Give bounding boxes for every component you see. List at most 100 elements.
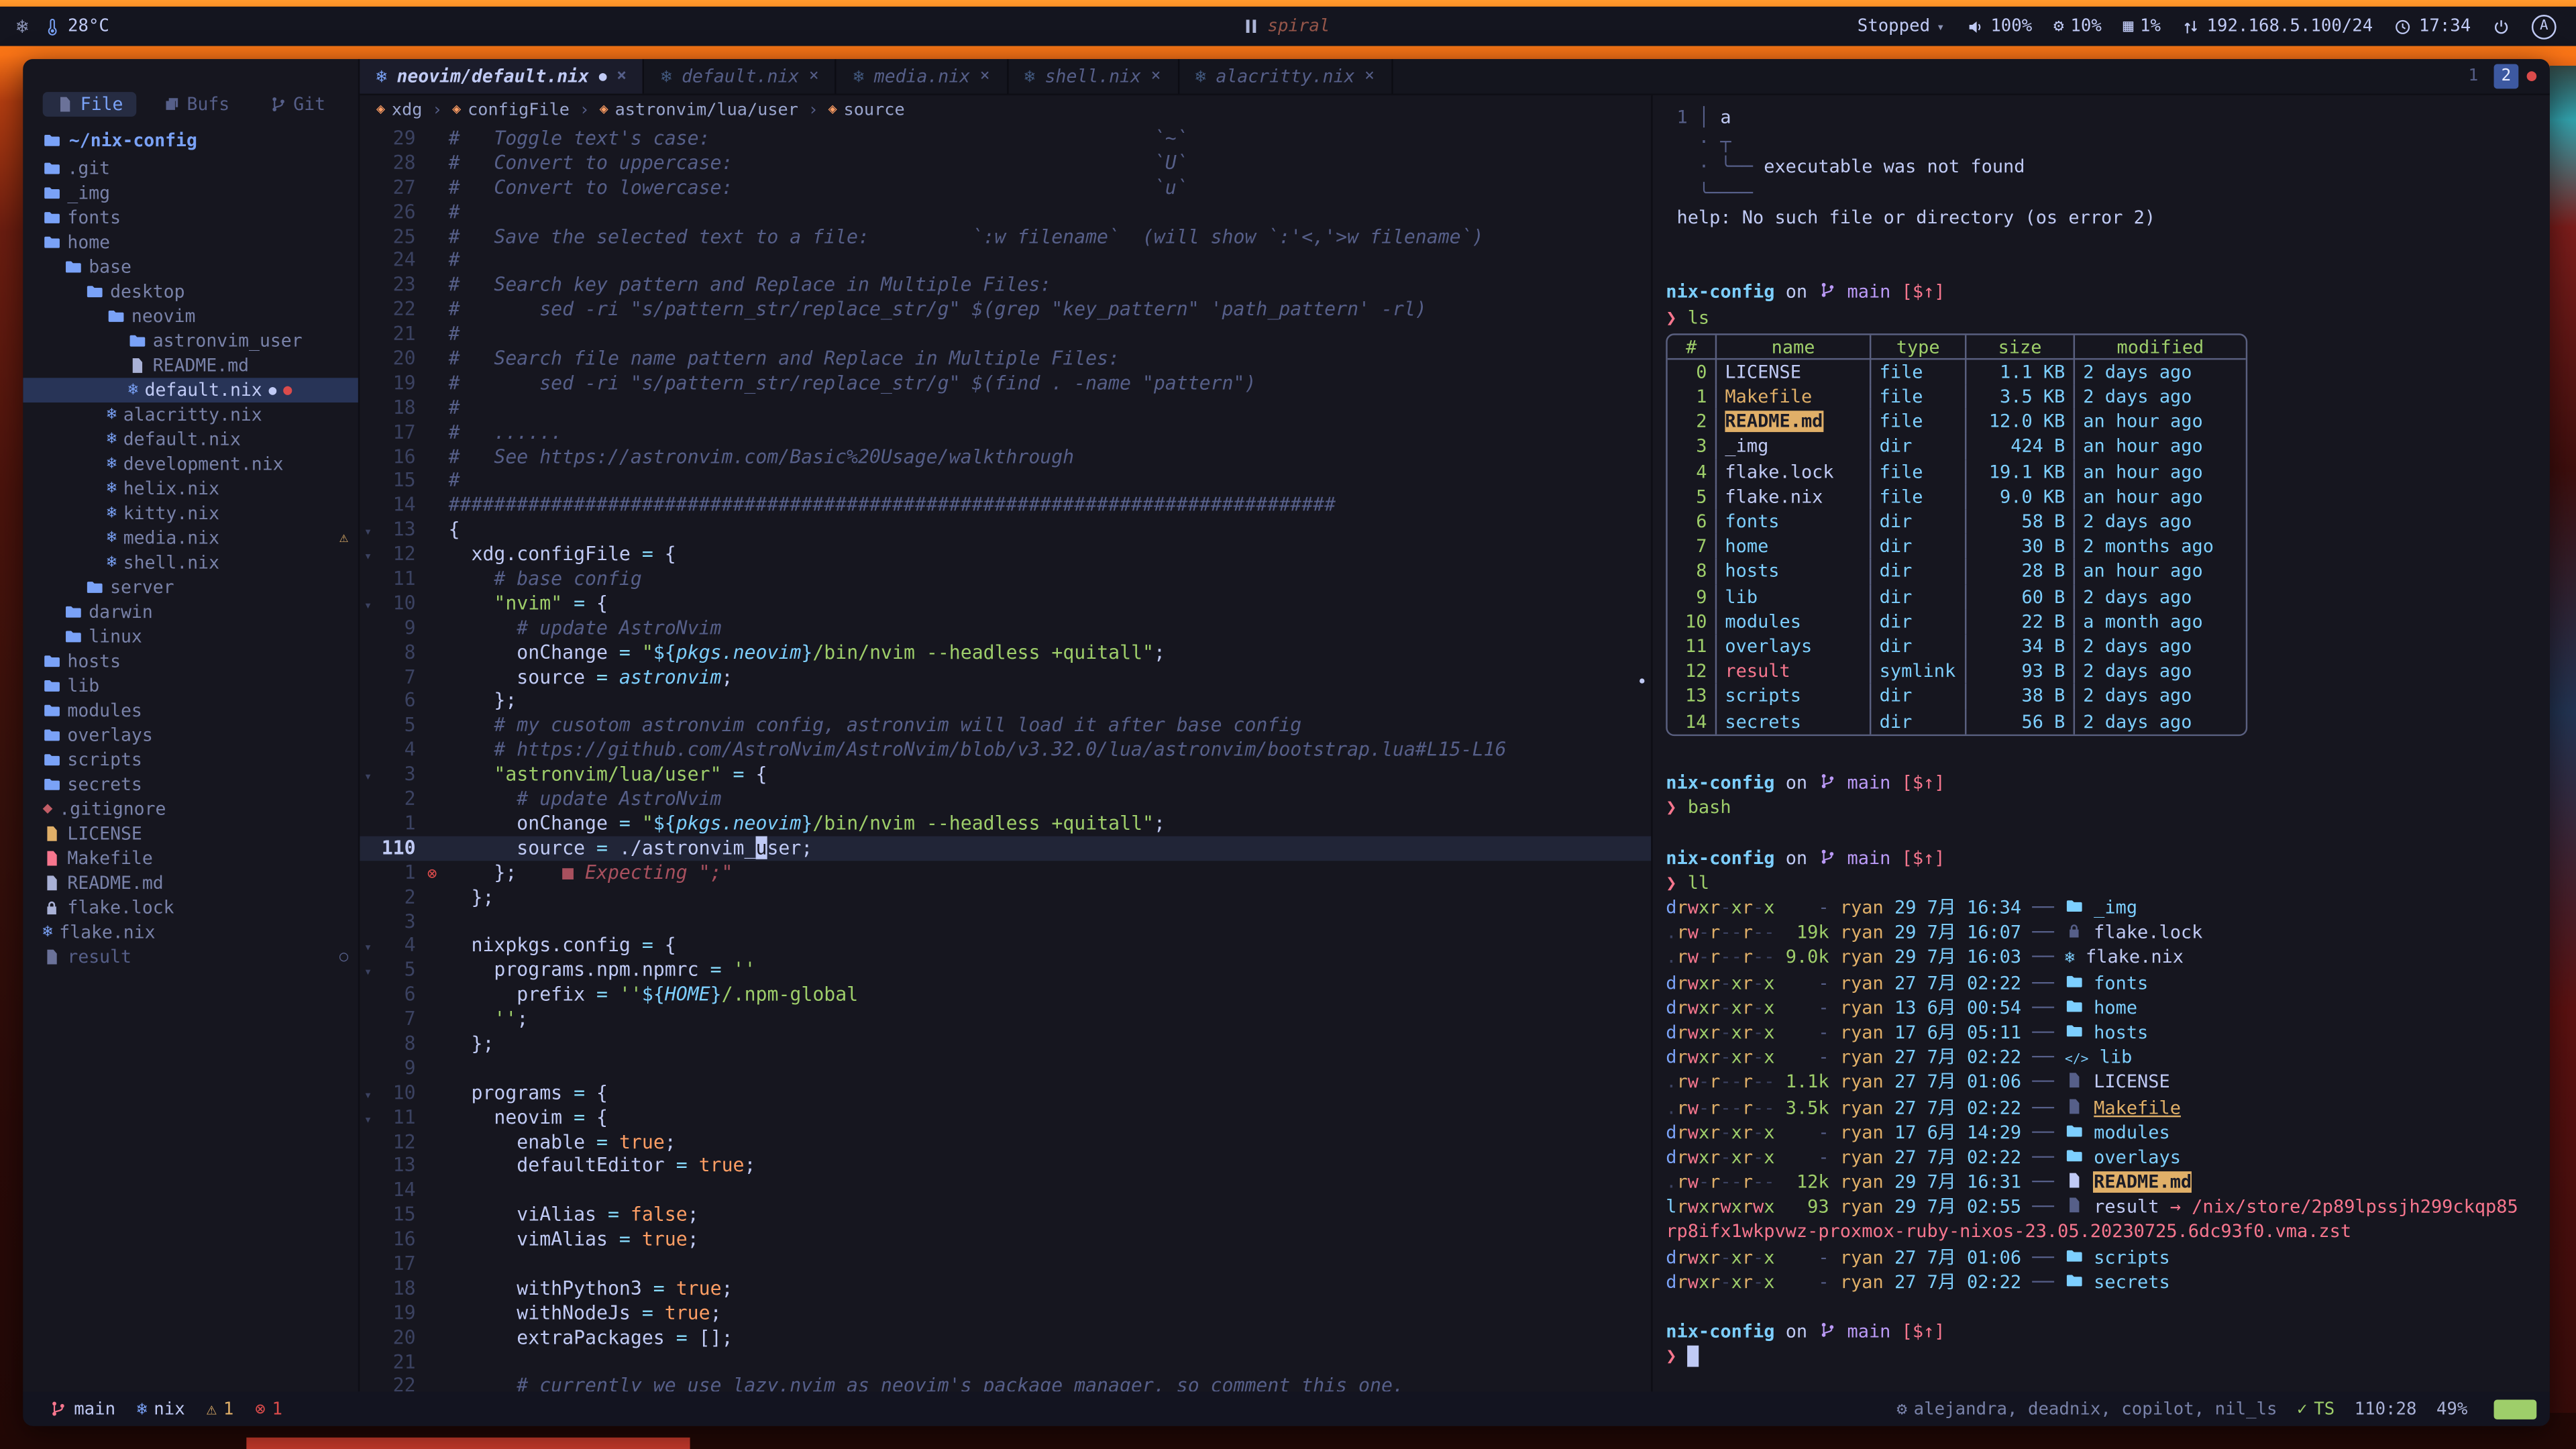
statusline-git-branch[interactable]: main xyxy=(49,1399,115,1418)
code-line[interactable]: 20 # Search file name pattern and Replac… xyxy=(360,347,1651,371)
tree-item-darwin[interactable]: darwin xyxy=(23,600,358,625)
tree-item-fonts[interactable]: fonts xyxy=(23,205,358,230)
code-line[interactable]: 17 xyxy=(360,1252,1651,1276)
tabpage-2[interactable]: 2 xyxy=(2493,64,2518,89)
code-line[interactable]: 6 prefix = ''${HOME}/.npm-global xyxy=(360,983,1651,1007)
buffer-tab-alacritty.nix[interactable]: ❄alacritty.nix× xyxy=(1179,59,1393,93)
sidebar-tab-file[interactable]: File xyxy=(42,91,136,116)
tree-item-media.nix[interactable]: ❄media.nix⚠ xyxy=(23,526,358,551)
code-line[interactable]: 16 # See https://astronvim.com/Basic%20U… xyxy=(360,445,1651,469)
network-widget[interactable]: 192.168.5.100/24 xyxy=(2182,16,2373,36)
tree-item-LICENSE[interactable]: LICENSE xyxy=(23,821,358,846)
code-line[interactable]: 6 }; xyxy=(360,689,1651,713)
code-line[interactable]: 18 withPython3 = true; xyxy=(360,1277,1651,1301)
power-icon[interactable] xyxy=(2492,17,2510,36)
tree-item-helix.nix[interactable]: ❄helix.nix xyxy=(23,476,358,501)
temperature-widget[interactable]: 28°C xyxy=(43,16,109,36)
close-all-icon[interactable]: ● xyxy=(2526,67,2536,85)
tree-item-base[interactable]: base xyxy=(23,255,358,280)
code-line[interactable]: 13 defaultEditor = true; xyxy=(360,1154,1651,1178)
cpu-widget[interactable]: ⚙ 10% xyxy=(2053,16,2102,36)
statusline-errors[interactable]: ⊗ 1 xyxy=(255,1399,282,1418)
tree-root[interactable]: ~/nix-config xyxy=(23,125,358,156)
code-line[interactable]: 16 vimAlias = true; xyxy=(360,1228,1651,1252)
code-line[interactable]: 4 # https://github.com/AstroNvim/AstroNv… xyxy=(360,738,1651,762)
buffer-tab-neovim/default.nix[interactable]: ❄neovim/default.nix●× xyxy=(360,59,645,93)
code-line[interactable]: 2 }; xyxy=(360,885,1651,909)
code-line[interactable]: 1 onChange = "${pkgs.neovim}/bin/nvim --… xyxy=(360,812,1651,836)
tree-item-server[interactable]: server xyxy=(23,575,358,600)
code-line[interactable]: 14 xyxy=(360,1179,1651,1203)
code-line[interactable]: 18 # xyxy=(360,396,1651,420)
close-icon[interactable]: × xyxy=(1151,67,1161,85)
terminal-pane[interactable]: 1 │ a · ┬ · ╰── executable was not found… xyxy=(1653,95,2550,1391)
media-widget[interactable]: spiral xyxy=(1246,16,1330,36)
code-line[interactable]: 22 # currently we use lazy.nvim as neovi… xyxy=(360,1374,1651,1391)
tree-item-development.nix[interactable]: ❄development.nix xyxy=(23,451,358,476)
code-line[interactable]: ▾4 nixpkgs.config = { xyxy=(360,934,1651,958)
tree-item-shell.nix[interactable]: ❄shell.nix xyxy=(23,550,358,575)
code-line[interactable]: 14 #####################################… xyxy=(360,494,1651,518)
tree-item-desktop[interactable]: desktop xyxy=(23,279,358,304)
code-line[interactable]: ▾13 { xyxy=(360,518,1651,542)
volume-widget[interactable]: 100% xyxy=(1966,16,2033,36)
code-line[interactable]: 27 # Convert to lowercase: `u` xyxy=(360,176,1651,200)
code-line[interactable]: 29 # Toggle text's case: `~` xyxy=(360,127,1651,151)
code-line[interactable]: 110 source = ./astronvim_user; xyxy=(360,836,1651,860)
code-line[interactable]: 17 # ...... xyxy=(360,420,1651,444)
code-line[interactable]: 7 source = astronvim; xyxy=(360,665,1651,689)
tree-item-home[interactable]: home xyxy=(23,230,358,255)
code-line[interactable]: 28 # Convert to uppercase: `U` xyxy=(360,151,1651,175)
code-line[interactable]: 21 # xyxy=(360,322,1651,346)
code-line[interactable]: ▾11 neovim = { xyxy=(360,1105,1651,1129)
code-line[interactable]: 23 # Search key pattern and Replace in M… xyxy=(360,273,1651,297)
tree-item-default.nix[interactable]: ❄default.nix xyxy=(23,427,358,452)
tree-item-hosts[interactable]: hosts xyxy=(23,649,358,674)
code-line[interactable]: 25 # Save the selected text to a file: `… xyxy=(360,224,1651,248)
code-area[interactable]: 29 # Toggle text's case: `~` 28 # Conver… xyxy=(360,125,1651,1391)
code-line[interactable]: 24 # xyxy=(360,249,1651,273)
tree-item-.gitignore[interactable]: ◆.gitignore xyxy=(23,797,358,822)
breadcrumb-item-source[interactable]: ◈source xyxy=(828,100,904,119)
tree-item-Makefile[interactable]: Makefile xyxy=(23,846,358,871)
tree-item-linux[interactable]: linux xyxy=(23,625,358,649)
tree-item-scripts[interactable]: scripts xyxy=(23,747,358,772)
tree-item-kitty.nix[interactable]: ❄kitty.nix xyxy=(23,501,358,526)
code-line[interactable]: 26 # xyxy=(360,200,1651,224)
sidebar-tab-git[interactable]: Git xyxy=(256,91,339,116)
tree-item-.git[interactable]: .git xyxy=(23,156,358,181)
code-line[interactable]: 19 # sed -ri "s/pattern_str/replace_str/… xyxy=(360,371,1651,395)
buffer-tab-default.nix[interactable]: ❄default.nix× xyxy=(645,59,837,93)
code-line[interactable]: ▾10 programs = { xyxy=(360,1081,1651,1105)
code-line[interactable]: 8 onChange = "${pkgs.neovim}/bin/nvim --… xyxy=(360,640,1651,664)
code-line[interactable]: 1⊗ }; ■ Expecting ";" xyxy=(360,861,1651,885)
code-line[interactable]: ▾3 "astronvim/lua/user" = { xyxy=(360,763,1651,787)
tree-item-default.nix[interactable]: ❄default.nix●● xyxy=(23,378,358,402)
close-icon[interactable]: × xyxy=(809,67,819,85)
tree-item-neovim[interactable]: neovim xyxy=(23,304,358,329)
memory-widget[interactable]: ▦ 1% xyxy=(2123,16,2161,36)
close-icon[interactable]: × xyxy=(980,67,990,85)
tree-item-flake.lock[interactable]: flake.lock xyxy=(23,896,358,920)
tray-app-icon[interactable]: A xyxy=(2532,14,2557,39)
code-line[interactable]: 9 xyxy=(360,1056,1651,1080)
code-line[interactable]: 15 viAlias = false; xyxy=(360,1203,1651,1227)
code-line[interactable]: 3 xyxy=(360,910,1651,934)
code-line[interactable]: 11 # base config xyxy=(360,567,1651,591)
code-line[interactable]: ▾12 xdg.configFile = { xyxy=(360,543,1651,567)
tree-item-_img[interactable]: _img xyxy=(23,180,358,205)
tree-item-lib[interactable]: lib xyxy=(23,674,358,698)
tree-item-overlays[interactable]: overlays xyxy=(23,723,358,748)
sidebar-tab-bufs[interactable]: Bufs xyxy=(149,91,243,116)
tabpage-1[interactable]: 1 xyxy=(2461,64,2485,89)
tree-item-README.md[interactable]: README.md xyxy=(23,354,358,378)
tree-item-result[interactable]: result○ xyxy=(23,945,358,969)
tree-item-alacritty.nix[interactable]: ❄alacritty.nix xyxy=(23,402,358,427)
close-icon[interactable]: × xyxy=(616,67,627,85)
tree-item-secrets[interactable]: secrets xyxy=(23,772,358,797)
code-line[interactable]: 9 # update AstroNvim xyxy=(360,616,1651,640)
buffer-tab-shell.nix[interactable]: ❄shell.nix× xyxy=(1008,59,1179,93)
breadcrumb-item-configFile[interactable]: ◈configFile xyxy=(452,100,570,119)
tree-item-README.md[interactable]: README.md xyxy=(23,871,358,896)
code-line[interactable]: ▾10 "nvim" = { xyxy=(360,591,1651,615)
